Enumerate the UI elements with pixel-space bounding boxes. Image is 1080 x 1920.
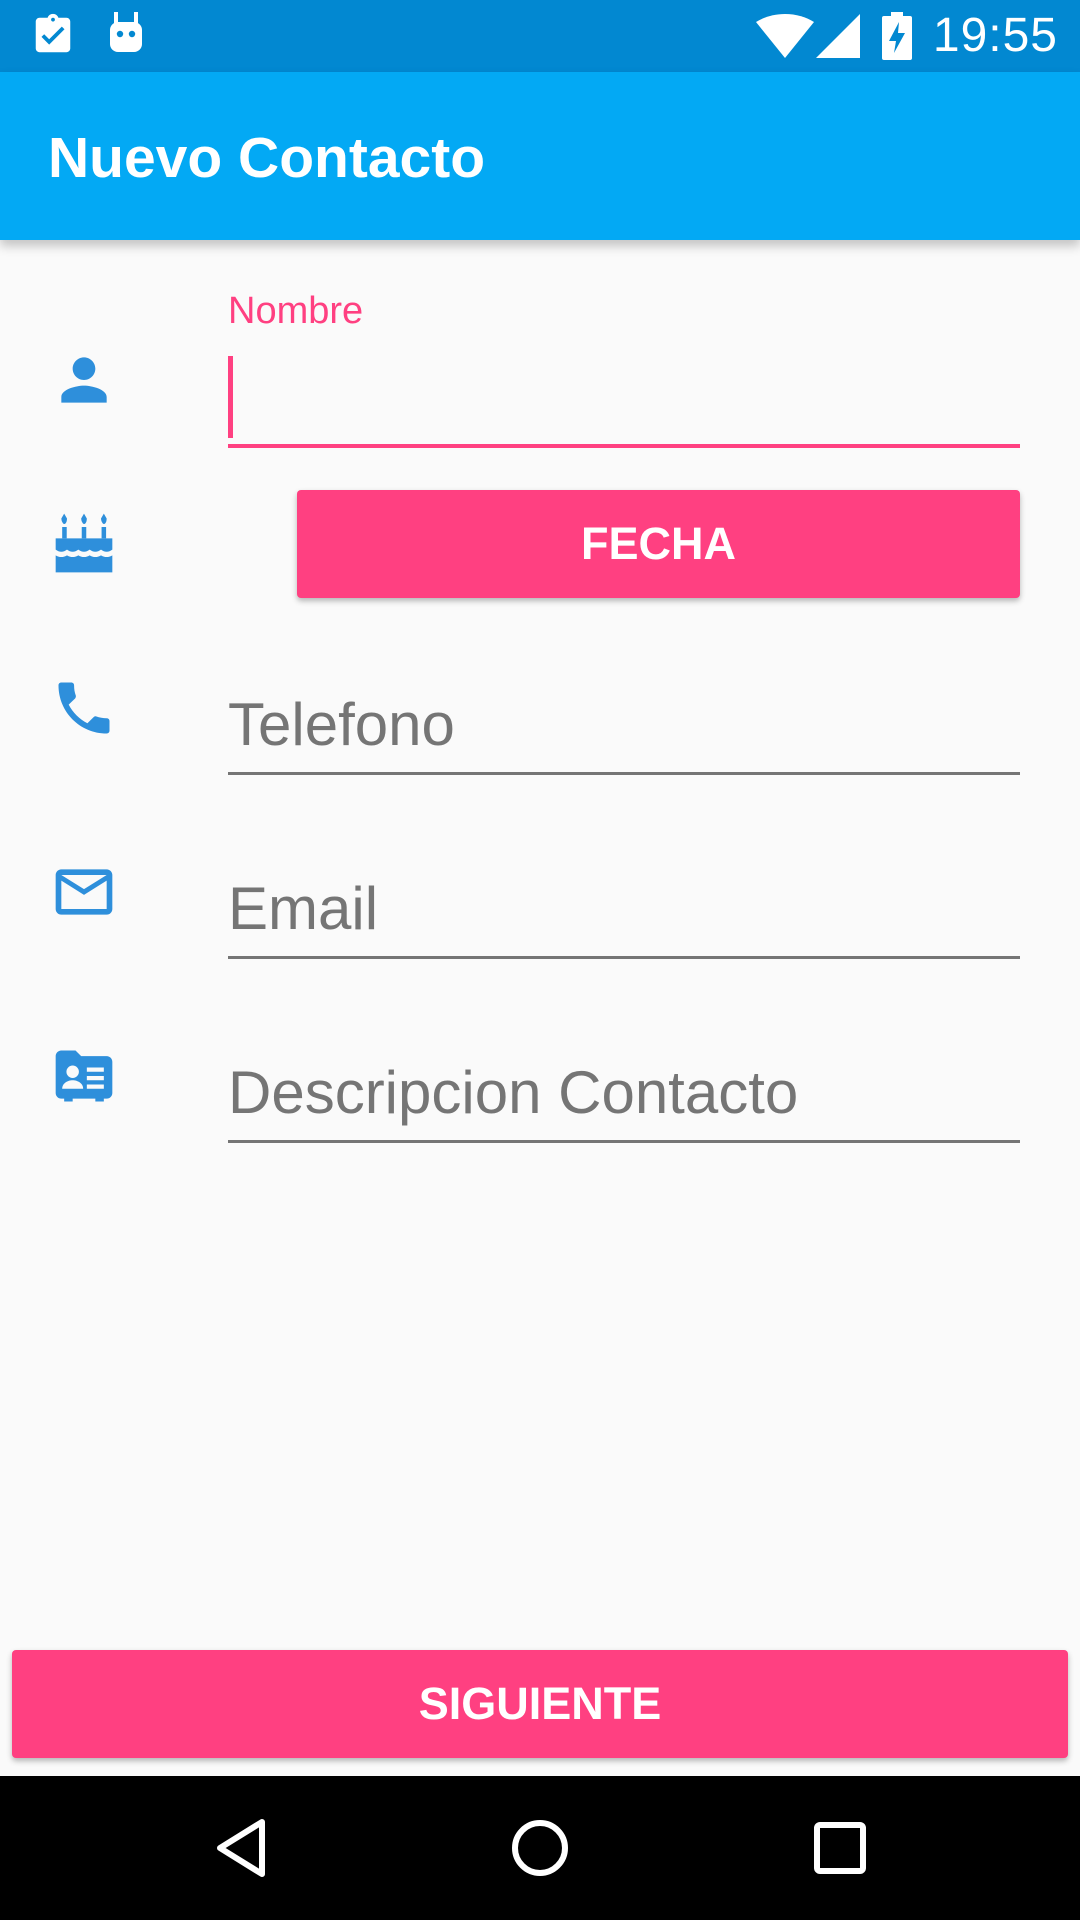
- telefono-field[interactable]: [228, 680, 1020, 780]
- page-title: Nuevo Contacto: [48, 126, 486, 190]
- nombre-input[interactable]: [228, 354, 1020, 434]
- telefono-underline: [228, 772, 1020, 775]
- fecha-button[interactable]: FECHA: [297, 490, 1020, 598]
- person-icon: [61, 357, 107, 403]
- nombre-label: Nombre: [228, 290, 364, 332]
- back-icon[interactable]: [204, 1812, 276, 1884]
- nombre-field[interactable]: Nombre: [228, 290, 1020, 450]
- descripcion-field[interactable]: [228, 1048, 1020, 1148]
- contact-card-icon: [55, 1050, 113, 1102]
- cell-signal-icon: [816, 14, 860, 58]
- telefono-input[interactable]: [228, 684, 1020, 764]
- android-icon: [110, 12, 142, 52]
- recents-icon[interactable]: [804, 1812, 876, 1884]
- email-field[interactable]: [228, 864, 1020, 964]
- email-input[interactable]: [228, 868, 1020, 948]
- descripcion-input[interactable]: [228, 1052, 1020, 1132]
- battery-charging-icon: [882, 12, 912, 60]
- phone-icon: [58, 682, 110, 734]
- home-icon[interactable]: [504, 1812, 576, 1884]
- email-underline: [228, 956, 1020, 959]
- navigation-bar: [0, 1776, 1080, 1920]
- app-bar: Nuevo Contacto: [0, 72, 1080, 240]
- nombre-underline: [228, 444, 1020, 448]
- siguiente-button[interactable]: SIGUIENTE: [12, 1650, 1068, 1758]
- clipboard-check-icon: [35, 13, 71, 53]
- email-icon: [55, 869, 113, 915]
- wifi-icon: [756, 14, 814, 58]
- clock: 19:55: [932, 9, 1058, 62]
- birthday-cake-icon: [55, 513, 113, 573]
- status-bar: 19:55: [0, 0, 1080, 72]
- descripcion-underline: [228, 1140, 1020, 1143]
